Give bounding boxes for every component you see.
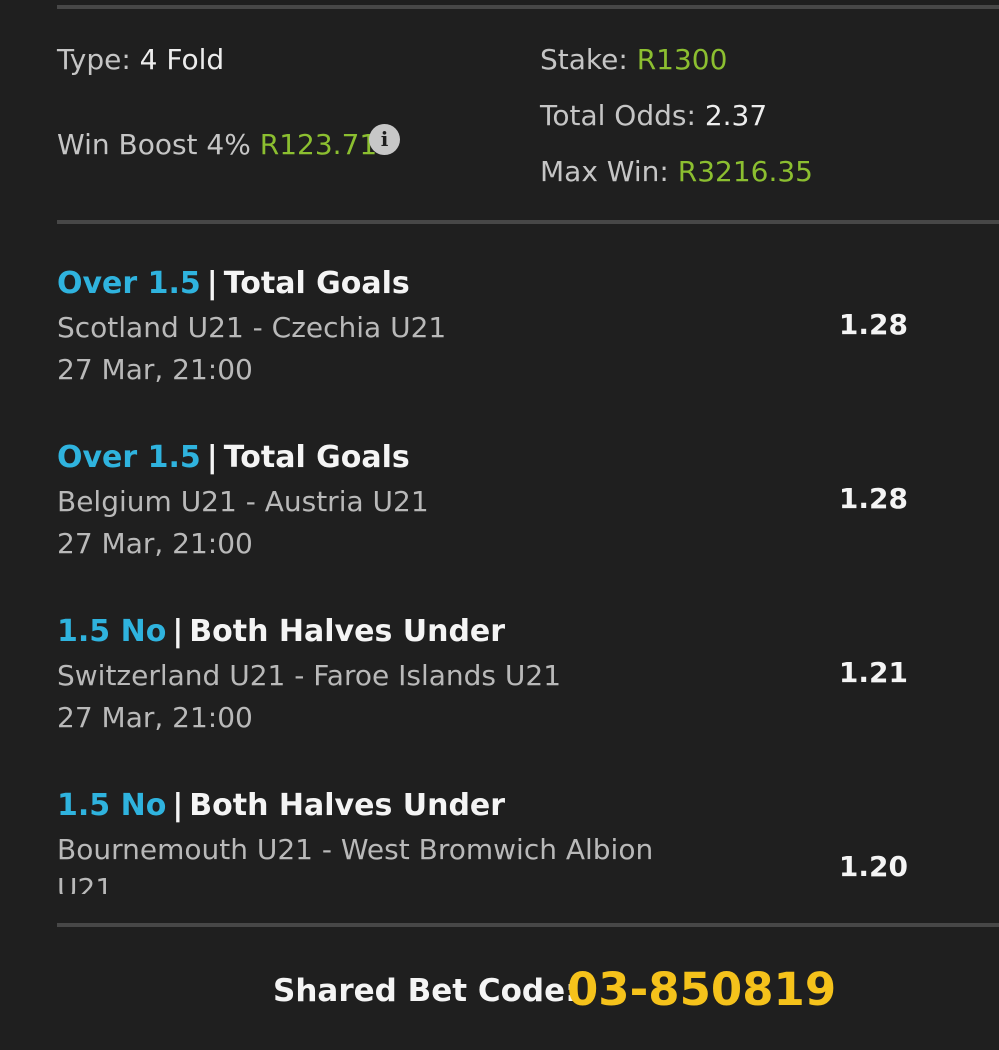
max-win-value: R3216.35: [677, 155, 813, 188]
stake-value: R1300: [636, 43, 728, 76]
bet-odds: 1.20: [838, 850, 908, 883]
bet-selection: Over 1.5: [57, 266, 201, 301]
bet-item: 1.5 No | Both Halves Under Switzerland U21…: [57, 615, 937, 745]
win-boost: Win Boost 4% R123.71: [57, 128, 377, 162]
bet-match: Belgium U21 - Austria U21: [57, 485, 429, 518]
info-icon[interactable]: i: [369, 124, 400, 155]
top-divider: [57, 5, 999, 9]
bet-item: Over 1.5 | Total Goals Belgium U21 - Austr…: [57, 441, 937, 571]
bet-selection: 1.5 No: [57, 614, 167, 649]
summary-divider: [57, 220, 999, 224]
bet-item: Over 1.5 | Total Goals Scotland U21 - Czec…: [57, 267, 937, 397]
bet-title: 1.5 No | Both Halves Under: [57, 789, 505, 823]
bet-match: Scotland U21 - Czechia U21: [57, 311, 447, 344]
bet-match: Switzerland U21 - Faroe Islands U21: [57, 659, 562, 692]
bet-market: Both Halves Under: [189, 788, 506, 823]
bet-odds: 1.28: [838, 308, 908, 341]
footer-divider: [57, 923, 999, 927]
total-odds-label: Total Odds:: [540, 99, 696, 132]
bet-separator: |: [172, 614, 184, 649]
bet-date: 27 Mar, 21:00: [57, 353, 253, 386]
bet-title: Over 1.5 | Total Goals: [57, 441, 410, 475]
bet-selection: Over 1.5: [57, 440, 201, 475]
bet-odds: 1.21: [838, 656, 908, 689]
total-odds-value: 2.37: [704, 99, 768, 132]
shared-bet-code[interactable]: 03-850819: [567, 963, 836, 1017]
bet-date: 27 Mar, 21:00: [57, 701, 253, 734]
total-odds: Total Odds: 2.37: [540, 99, 767, 133]
max-win-label: Max Win:: [540, 155, 669, 188]
bet-odds: 1.28: [838, 482, 908, 515]
bet-match-overflow: U21: [57, 868, 457, 894]
bet-separator: |: [172, 788, 184, 823]
stake: Stake: R1300: [540, 43, 727, 77]
bet-match: Bournemouth U21 - West Bromwich Albion: [57, 833, 654, 866]
bet-title: 1.5 No | Both Halves Under: [57, 615, 505, 649]
win-boost-label: Win Boost 4%: [57, 128, 251, 161]
bet-type: Type: 4 Fold: [57, 43, 224, 77]
bet-separator: |: [206, 266, 218, 301]
shared-bet-code-label: Shared Bet Code:: [273, 973, 578, 1009]
bet-market: Total Goals: [223, 440, 410, 475]
bet-title: Over 1.5 | Total Goals: [57, 267, 410, 301]
bet-market: Total Goals: [223, 266, 410, 301]
max-win: Max Win: R3216.35: [540, 155, 813, 189]
bet-type-label: Type:: [57, 43, 131, 76]
bet-selection: 1.5 No: [57, 788, 167, 823]
bet-separator: |: [206, 440, 218, 475]
bet-date: 27 Mar, 21:00: [57, 527, 253, 560]
stake-label: Stake:: [540, 43, 628, 76]
bet-type-value: 4 Fold: [139, 43, 225, 76]
win-boost-value: R123.71: [259, 128, 378, 161]
bet-market: Both Halves Under: [189, 614, 506, 649]
bet-match-wrap: U21: [57, 872, 114, 894]
